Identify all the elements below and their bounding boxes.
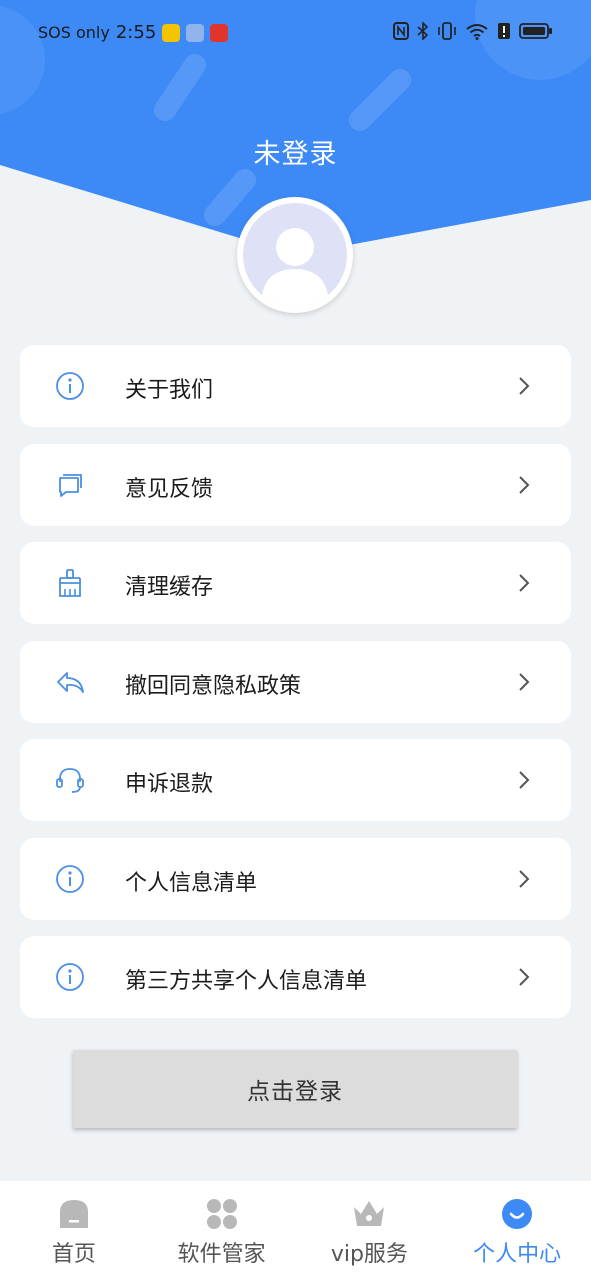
wifi-icon [466, 24, 488, 40]
chevron-right-icon [519, 574, 530, 592]
apps-icon [206, 1199, 237, 1229]
home-icon [59, 1200, 88, 1228]
tab-software-manager[interactable]: 软件管家 [148, 1181, 296, 1280]
menu-item-label: 关于我们 [125, 378, 214, 403]
settings-menu: 关于我们 意见反馈 清理缓存 撤回同意隐私政策 申诉退款 个人信息清单 第三方共… [20, 345, 571, 1035]
headset-icon [56, 768, 84, 793]
login-status-title: 未登录 [253, 139, 338, 170]
menu-item-feedback[interactable]: 意见反馈 [20, 443, 571, 526]
default-avatar-icon [243, 203, 347, 307]
menu-item-clear-cache[interactable]: 清理缓存 [20, 542, 571, 624]
bluetooth-icon [417, 22, 429, 40]
revoke-icon [57, 671, 84, 693]
chevron-right-icon [519, 475, 530, 494]
profile-icon [502, 1199, 533, 1229]
crown-icon [354, 1201, 385, 1226]
notification-app-icon [186, 23, 205, 42]
menu-item-label: 清理缓存 [125, 575, 214, 600]
battery-icon [519, 23, 552, 39]
avatar[interactable] [237, 197, 353, 313]
chevron-right-icon [519, 672, 530, 691]
menu-item-label: 意见反馈 [125, 476, 214, 502]
menu-item-label: 申诉退款 [125, 772, 214, 797]
tab-home[interactable]: 首页 [0, 1181, 148, 1280]
menu-item-label: 第三方共享个人信息清单 [125, 969, 368, 994]
vibrate-icon [438, 22, 456, 40]
info-icon [56, 963, 84, 991]
tab-label: vip服务 [330, 1242, 408, 1267]
info-icon [56, 372, 84, 400]
notification-app-icon [210, 23, 229, 42]
menu-item-personal-info-list[interactable]: 个人信息清单 [20, 837, 571, 920]
menu-item-revoke-privacy-consent[interactable]: 撤回同意隐私政策 [20, 640, 571, 723]
menu-item-label: 撤回同意隐私政策 [125, 673, 302, 699]
info-icon [56, 864, 84, 893]
chevron-right-icon [519, 869, 530, 888]
menu-item-third-party-sharing-list[interactable]: 第三方共享个人信息清单 [20, 936, 571, 1018]
menu-item-label: 个人信息清单 [125, 870, 258, 896]
notification-app-icon [162, 23, 181, 42]
chevron-right-icon [519, 377, 530, 395]
chevron-right-icon [519, 968, 530, 986]
clock: 2:55 [115, 22, 157, 43]
login-button[interactable]: 点击登录 [73, 1050, 517, 1128]
chevron-right-icon [519, 771, 530, 789]
carrier-text: SOS only [38, 23, 110, 42]
menu-item-refund-appeal[interactable]: 申诉退款 [20, 739, 571, 821]
bottom-tab-bar: 首页 软件管家 vip服务 个人中心 [0, 1181, 591, 1280]
status-bar: SOS only 2:55 [0, 0, 591, 66]
tab-label: 首页 [51, 1242, 96, 1267]
tab-personal-center[interactable]: 个人中心 [443, 1181, 591, 1280]
tab-label: 软件管家 [177, 1242, 266, 1267]
feedback-icon [59, 473, 82, 497]
broom-icon [59, 569, 81, 597]
menu-item-about-us[interactable]: 关于我们 [20, 345, 571, 427]
tab-label: 个人中心 [473, 1242, 562, 1267]
nfc-icon [393, 22, 409, 40]
alert-icon [498, 23, 510, 39]
tab-vip-service[interactable]: vip服务 [296, 1181, 444, 1280]
